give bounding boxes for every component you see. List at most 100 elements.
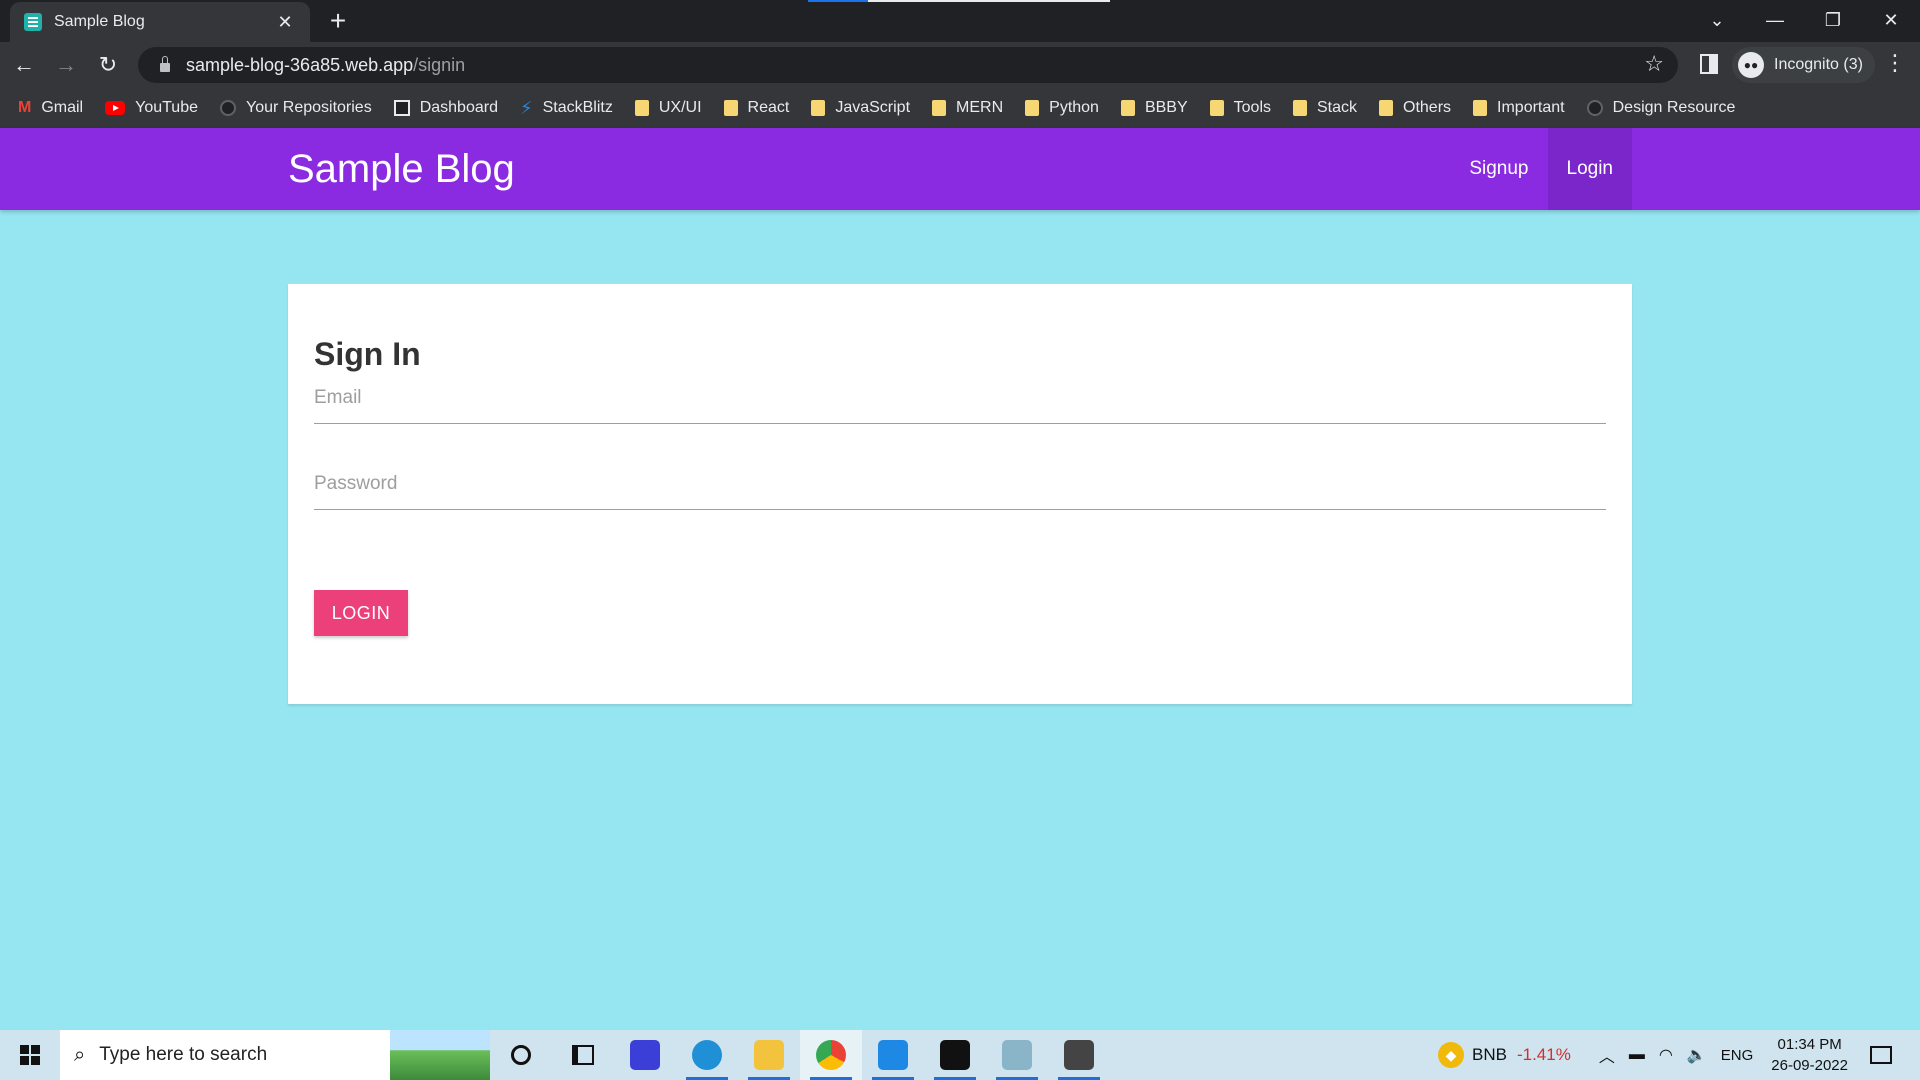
close-window-button[interactable]: ✕ xyxy=(1862,0,1920,40)
edge-icon xyxy=(692,1040,722,1070)
browser-tab[interactable]: Sample Blog ✕ xyxy=(10,2,310,42)
taskbar-app-unity[interactable] xyxy=(1048,1030,1110,1080)
chevron-up-icon[interactable]: ︿ xyxy=(1599,1043,1615,1067)
tab-search-icon[interactable]: ⌄ xyxy=(1688,0,1746,40)
signin-card: Sign In LOGIN xyxy=(288,284,1632,704)
bookmark-star-icon[interactable]: ☆ xyxy=(1644,51,1664,77)
incognito-indicator[interactable]: ●● Incognito (3) xyxy=(1732,47,1875,83)
tab-close-icon[interactable]: ✕ xyxy=(274,12,296,33)
task-view-icon xyxy=(572,1045,594,1065)
folder-icon xyxy=(932,100,947,116)
email-field[interactable] xyxy=(314,374,1606,422)
bookmark-gmail[interactable]: M Gmail xyxy=(18,99,83,117)
bookmark-folder-others[interactable]: Others xyxy=(1379,99,1451,117)
blog-favicon-icon xyxy=(24,13,42,31)
clock-time: 01:34 PM xyxy=(1777,1036,1842,1053)
incognito-icon: ●● xyxy=(1738,52,1764,78)
bookmark-folder-javascript[interactable]: JavaScript xyxy=(811,99,910,117)
bookmark-folder-important[interactable]: Important xyxy=(1473,99,1565,117)
terminal-icon xyxy=(940,1040,970,1070)
bookmark-your-repositories[interactable]: Your Repositories xyxy=(219,99,372,117)
bookmark-folder-react[interactable]: React xyxy=(723,99,789,117)
bookmark-folder-tools[interactable]: Tools xyxy=(1209,99,1271,117)
restore-button[interactable]: ❐ xyxy=(1804,0,1862,40)
bookmark-design-resource[interactable]: Design Resource xyxy=(1586,99,1736,117)
folder-icon xyxy=(1379,100,1394,116)
clock[interactable]: 01:34 PM 26-09-2022 xyxy=(1771,1034,1848,1076)
bookmark-stackblitz[interactable]: ⚡ StackBlitz xyxy=(520,98,613,119)
notification-icon[interactable] xyxy=(1870,1046,1892,1064)
bookmark-label: Gmail xyxy=(41,99,84,116)
back-arrow-icon[interactable]: ← xyxy=(6,47,42,83)
bookmark-folder-uxui[interactable]: UX/UI xyxy=(634,99,702,117)
forward-arrow-icon[interactable]: → xyxy=(48,47,84,83)
folder-icon xyxy=(1293,100,1307,116)
loading-bar xyxy=(808,0,1110,2)
folder-icon xyxy=(1209,100,1224,116)
nav-login-link[interactable]: Login xyxy=(1547,128,1632,210)
taskbar-vscode[interactable] xyxy=(862,1030,924,1080)
bnb-coin-icon[interactable]: ◆ xyxy=(1438,1042,1464,1068)
folder-icon xyxy=(754,1040,784,1070)
folder-icon xyxy=(1473,100,1488,116)
search-highlight-image xyxy=(390,1030,490,1080)
browser-menu-icon[interactable]: ⋮ xyxy=(1884,50,1906,76)
task-view-button[interactable] xyxy=(552,1030,614,1080)
app-icon xyxy=(630,1040,660,1070)
taskbar-search[interactable]: ⌕ Type here to search xyxy=(60,1030,490,1080)
chrome-icon xyxy=(816,1040,846,1070)
password-field[interactable] xyxy=(314,460,1606,508)
bookmark-folder-stack[interactable]: Stack xyxy=(1293,99,1357,117)
taskbar-app-notepad[interactable] xyxy=(986,1030,1048,1080)
new-tab-button[interactable]: + xyxy=(322,6,354,38)
bookmark-label: Your Repositories xyxy=(245,99,372,116)
bookmark-label: StackBlitz xyxy=(542,99,613,116)
bookmark-dashboard[interactable]: Dashboard xyxy=(393,99,498,117)
folder-icon xyxy=(811,100,826,116)
nav-signup-link[interactable]: Signup xyxy=(1450,128,1547,210)
search-icon: ⌕ xyxy=(74,1043,86,1066)
taskbar-chrome[interactable] xyxy=(800,1030,862,1080)
bookmark-folder-bbby[interactable]: BBBY xyxy=(1120,99,1188,117)
dashboard-icon xyxy=(393,100,410,116)
bookmark-label: Others xyxy=(1403,99,1452,116)
reload-icon[interactable]: ↻ xyxy=(90,47,126,83)
gmail-icon: M xyxy=(18,99,32,116)
taskbar-file-explorer[interactable] xyxy=(738,1030,800,1080)
bookmark-label: Design Resource xyxy=(1612,99,1736,116)
battery-icon[interactable]: ▬ xyxy=(1629,1046,1645,1064)
crypto-change: -1.41% xyxy=(1516,1045,1571,1064)
incognito-label: Incognito (3) xyxy=(1774,56,1863,73)
language-indicator[interactable]: ENG xyxy=(1721,1047,1754,1064)
bookmark-folder-mern[interactable]: MERN xyxy=(932,99,1003,117)
cortana-icon xyxy=(511,1045,531,1065)
youtube-icon xyxy=(105,101,126,115)
stackblitz-icon: ⚡ xyxy=(519,97,533,118)
bookmark-label: BBBY xyxy=(1144,99,1188,116)
cortana-button[interactable] xyxy=(490,1030,552,1080)
taskbar-terminal[interactable] xyxy=(924,1030,986,1080)
crypto-ticker[interactable]: BNB xyxy=(1472,1045,1507,1065)
search-placeholder: Type here to search xyxy=(99,1044,268,1065)
volume-icon[interactable]: 🔈 xyxy=(1687,1045,1707,1065)
bookmark-youtube[interactable]: YouTube xyxy=(105,99,198,117)
system-tray: ◆ BNB -1.41% ︿ ▬ ◠ 🔈 ENG 01:34 PM 26-09-… xyxy=(1438,1030,1920,1080)
browser-toolbar: ← → ↻ sample-blog-36a85.web.app/signin ☆… xyxy=(0,42,1920,88)
windows-logo-icon xyxy=(20,1045,40,1065)
folder-icon xyxy=(723,100,738,116)
bookmark-folder-python[interactable]: Python xyxy=(1025,99,1099,117)
bookmark-label: Tools xyxy=(1233,99,1271,116)
password-field-wrapper xyxy=(314,460,1606,510)
address-bar[interactable]: sample-blog-36a85.web.app/signin ☆ xyxy=(138,47,1678,83)
minimize-button[interactable]: — xyxy=(1746,0,1804,40)
folder-icon xyxy=(1025,100,1040,116)
lock-icon[interactable] xyxy=(160,55,170,72)
wifi-icon[interactable]: ◠ xyxy=(1659,1045,1673,1065)
login-button[interactable]: LOGIN xyxy=(314,590,408,636)
brand-logo[interactable]: Sample Blog xyxy=(288,146,515,192)
taskbar-edge[interactable] xyxy=(676,1030,738,1080)
side-panel-icon[interactable] xyxy=(1700,54,1718,74)
taskbar-app-1[interactable] xyxy=(614,1030,676,1080)
page-title: Sign In xyxy=(314,336,421,372)
start-button[interactable] xyxy=(0,1030,60,1080)
